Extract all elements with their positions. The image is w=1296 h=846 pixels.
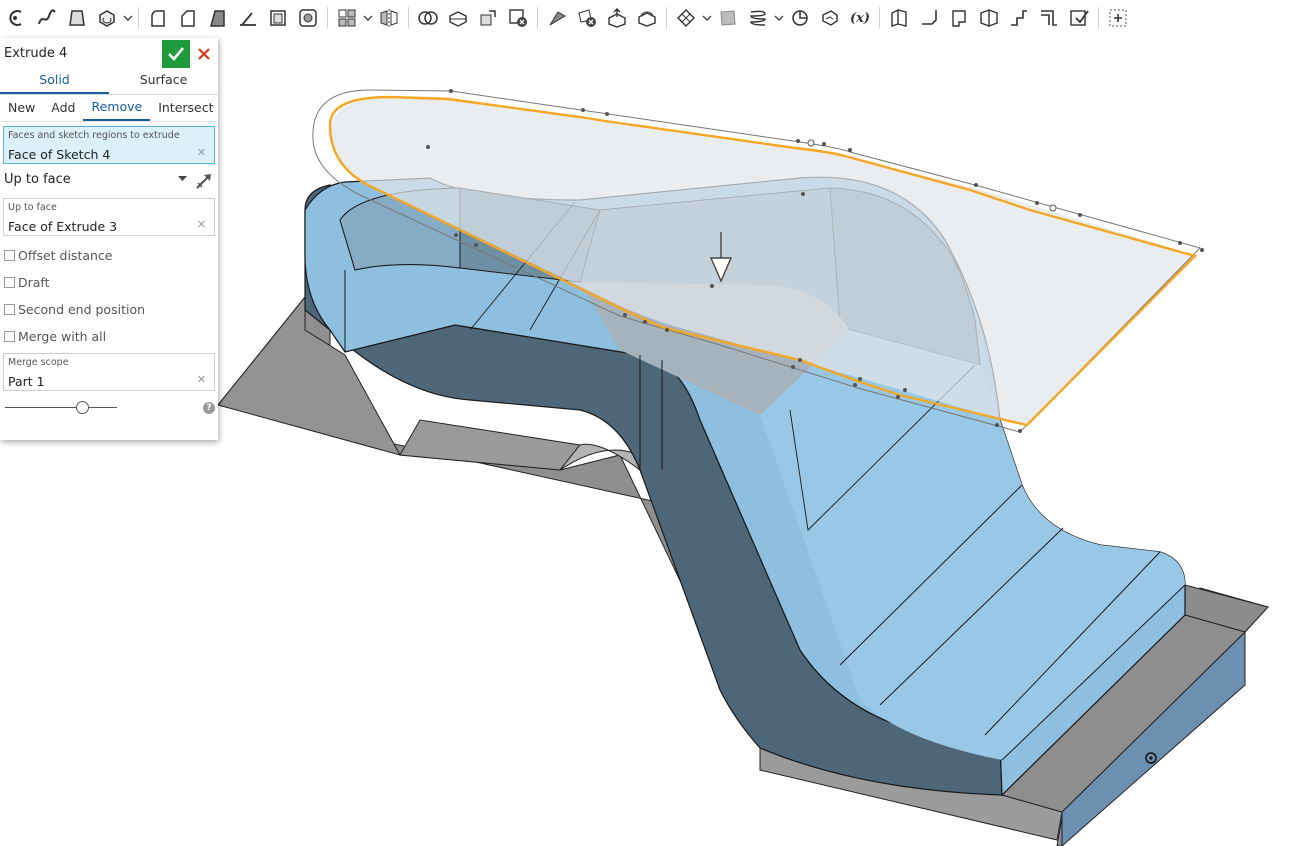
field-value: Part 1 bbox=[8, 374, 45, 389]
boolean-icon[interactable] bbox=[413, 3, 443, 33]
toolbar-divider bbox=[1098, 7, 1099, 29]
check-icon bbox=[168, 47, 185, 61]
field-label: Up to face bbox=[8, 202, 57, 213]
draft-option[interactable]: Draft bbox=[0, 270, 218, 297]
field-label: Merge scope bbox=[8, 357, 69, 368]
toolbar-divider bbox=[327, 7, 328, 29]
tab-surface[interactable]: Surface bbox=[109, 68, 218, 94]
move-face-icon[interactable] bbox=[602, 3, 632, 33]
mate-connector-icon[interactable] bbox=[785, 3, 815, 33]
tab-new[interactable]: New bbox=[0, 96, 43, 120]
chevron-down-icon[interactable] bbox=[122, 3, 134, 33]
plane-icon[interactable] bbox=[713, 3, 743, 33]
field-value: Face of Extrude 3 bbox=[8, 219, 118, 234]
curve-icon[interactable] bbox=[32, 3, 62, 33]
merge-with-all-option[interactable]: Merge with all bbox=[0, 324, 218, 351]
end-type-dropdown[interactable]: Up to face bbox=[0, 168, 218, 194]
flange-icon[interactable] bbox=[914, 3, 944, 33]
chevron-down-icon[interactable] bbox=[362, 3, 374, 33]
flip-direction-icon[interactable] bbox=[194, 171, 214, 191]
rib-icon[interactable] bbox=[233, 3, 263, 33]
sketch-midpoint bbox=[807, 139, 815, 147]
option-label: Merge with all bbox=[18, 329, 107, 344]
clear-icon[interactable]: ✕ bbox=[197, 146, 206, 159]
chevron-down-icon bbox=[178, 176, 187, 181]
toolbar-divider bbox=[537, 7, 538, 29]
extrude-feature-dialog: Extrude 4 Solid Surface New Add Remove I… bbox=[0, 38, 218, 440]
end-type-value: Up to face bbox=[4, 172, 71, 187]
joint-icon[interactable] bbox=[1004, 3, 1034, 33]
tab-remove[interactable]: Remove bbox=[83, 95, 151, 121]
accept-button[interactable] bbox=[162, 40, 190, 68]
sheet-metal-icon[interactable] bbox=[884, 3, 914, 33]
dialog-title: Extrude 4 bbox=[4, 45, 68, 61]
chevron-down-icon[interactable] bbox=[773, 3, 785, 33]
variable-icon[interactable]: (x) bbox=[845, 3, 875, 33]
chevron-down-icon[interactable] bbox=[701, 3, 713, 33]
replace-face-icon[interactable] bbox=[632, 3, 662, 33]
option-label: Second end position bbox=[18, 302, 146, 317]
toolbar-divider bbox=[138, 7, 139, 29]
close-icon bbox=[198, 48, 210, 60]
add-custom-feature-icon[interactable] bbox=[1103, 3, 1133, 33]
mesh-icon[interactable] bbox=[671, 3, 701, 33]
delete-face-icon[interactable] bbox=[572, 3, 602, 33]
tab-add[interactable]: Add bbox=[43, 96, 83, 120]
checkbox[interactable] bbox=[4, 331, 15, 342]
mirror-icon[interactable] bbox=[374, 3, 404, 33]
preview-slider-row: ? bbox=[0, 395, 218, 421]
field-value: Face of Sketch 4 bbox=[8, 147, 111, 162]
preview-slider-handle[interactable] bbox=[76, 401, 90, 414]
checkbox[interactable] bbox=[4, 304, 15, 315]
faces-to-extrude-field[interactable]: Faces and sketch regions to extrude Face… bbox=[3, 126, 215, 164]
shell-icon[interactable] bbox=[263, 3, 293, 33]
extrude-icon[interactable] bbox=[62, 3, 92, 33]
preview-slider-track[interactable] bbox=[5, 407, 117, 408]
tab-solid[interactable]: Solid bbox=[0, 68, 109, 94]
revolve-icon[interactable] bbox=[92, 3, 122, 33]
corner-icon[interactable] bbox=[1034, 3, 1064, 33]
second-end-position-option[interactable]: Second end position bbox=[0, 297, 218, 324]
base-plate-strip bbox=[399, 419, 581, 471]
tab-icon[interactable] bbox=[974, 3, 1004, 33]
modify-fillet-icon[interactable] bbox=[542, 3, 572, 33]
help-icon[interactable]: ? bbox=[203, 402, 215, 414]
pattern-icon[interactable] bbox=[332, 3, 362, 33]
merge-scope-field[interactable]: Merge scope Part 1 ✕ bbox=[3, 353, 215, 391]
clear-icon[interactable]: ✕ bbox=[197, 218, 206, 231]
operation-tabs: New Add Remove Intersect bbox=[0, 95, 218, 122]
checkbox[interactable] bbox=[4, 277, 15, 288]
finish-icon[interactable] bbox=[1064, 3, 1094, 33]
option-label: Draft bbox=[18, 275, 50, 290]
option-label: Offset distance bbox=[18, 248, 113, 263]
dialog-header: Extrude 4 bbox=[0, 38, 218, 68]
feature-toolbar: (x) bbox=[0, 0, 1296, 36]
transform-icon[interactable] bbox=[473, 3, 503, 33]
field-label: Faces and sketch regions to extrude bbox=[8, 130, 180, 141]
toolbar-divider bbox=[666, 7, 667, 29]
sketch-icon[interactable] bbox=[2, 3, 32, 33]
checkbox[interactable] bbox=[4, 250, 15, 261]
cancel-button[interactable] bbox=[193, 40, 215, 68]
up-to-face-field[interactable]: Up to face Face of Extrude 3 ✕ bbox=[3, 198, 215, 236]
body-type-tabs: Solid Surface bbox=[0, 68, 218, 95]
variable-label: (x) bbox=[849, 10, 871, 26]
chamfer-icon[interactable] bbox=[173, 3, 203, 33]
toolbar-divider bbox=[879, 7, 880, 29]
hem-icon[interactable] bbox=[944, 3, 974, 33]
wrap-icon[interactable] bbox=[815, 3, 845, 33]
draft-icon[interactable] bbox=[203, 3, 233, 33]
hole-icon[interactable] bbox=[293, 3, 323, 33]
fillet-icon[interactable] bbox=[143, 3, 173, 33]
sketch-midpoint bbox=[1049, 204, 1057, 212]
offset-distance-option[interactable]: Offset distance bbox=[0, 243, 218, 270]
helix-icon[interactable] bbox=[743, 3, 773, 33]
tab-intersect[interactable]: Intersect bbox=[150, 96, 221, 120]
split-icon[interactable] bbox=[443, 3, 473, 33]
toolbar-divider bbox=[408, 7, 409, 29]
delete-part-icon[interactable] bbox=[503, 3, 533, 33]
clear-icon[interactable]: ✕ bbox=[197, 373, 206, 386]
